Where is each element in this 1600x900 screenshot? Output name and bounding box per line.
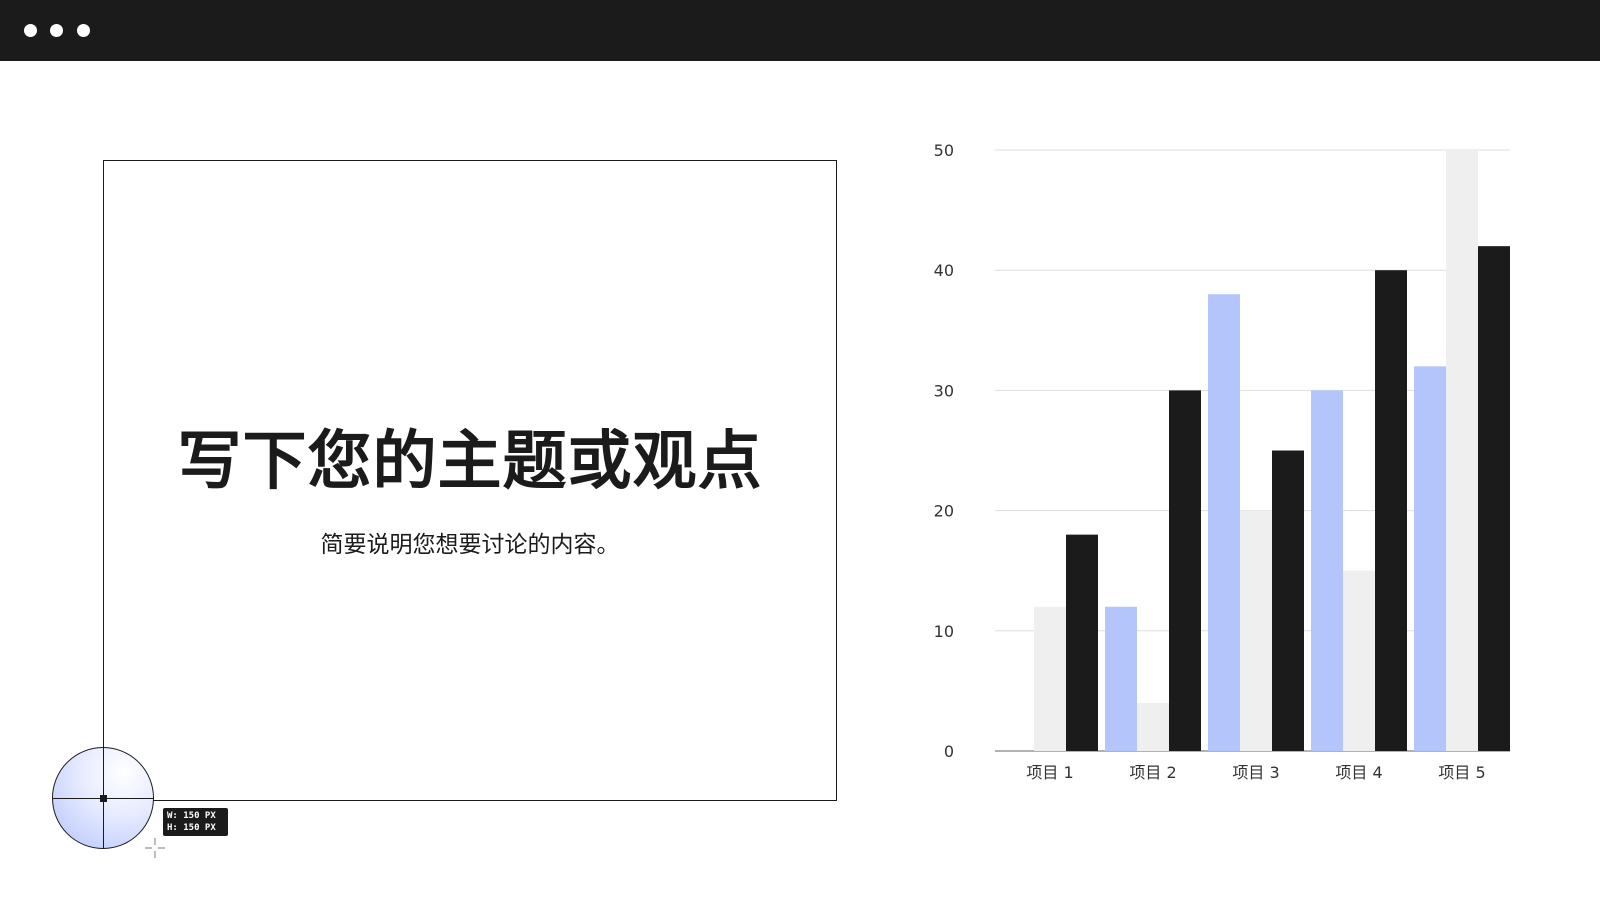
bar <box>1343 570 1375 751</box>
subline: 简要说明您想要讨论的内容。 <box>320 532 620 558</box>
y-axis-ticks: 0 10 20 30 40 50 <box>934 141 954 761</box>
bar-chart: 0 10 20 30 40 50 项目 1 项目 2 项目 3 项目 4 项目 5 <box>934 141 1510 782</box>
y-tick-label: 50 <box>934 141 954 160</box>
bar <box>1478 246 1510 751</box>
x-tick-label: 项目 3 <box>1232 763 1279 782</box>
size-tooltip: W: 150 PX H: 150 PX <box>163 808 228 836</box>
window-dot-icon[interactable] <box>24 24 37 37</box>
crosshair-center <box>100 795 107 802</box>
y-tick-label: 10 <box>934 622 954 641</box>
move-cursor-icon <box>145 838 165 858</box>
window-dot-icon[interactable] <box>77 24 90 37</box>
x-tick-label: 项目 5 <box>1438 763 1485 782</box>
bar <box>1034 606 1066 751</box>
crosshair-icon <box>52 747 154 849</box>
bar <box>1105 606 1137 751</box>
size-height-label: H: 150 PX <box>167 823 216 833</box>
x-tick-label: 项目 2 <box>1129 763 1176 782</box>
bar <box>1240 510 1272 751</box>
y-tick-label: 20 <box>934 502 954 521</box>
headline: 写下您的主题或观点 <box>177 425 763 499</box>
bar <box>1208 294 1240 751</box>
y-tick-label: 0 <box>944 742 954 761</box>
bar <box>1137 702 1169 751</box>
window-title-bar <box>0 0 1600 61</box>
x-tick-label: 项目 4 <box>1335 763 1382 782</box>
window-dot-icon[interactable] <box>50 24 63 37</box>
size-width-label: W: 150 PX <box>167 811 216 821</box>
bar <box>1414 366 1446 751</box>
x-tick-label: 项目 1 <box>1026 763 1073 782</box>
bar <box>1066 534 1098 751</box>
y-tick-label: 40 <box>934 261 954 280</box>
bar <box>1375 270 1407 751</box>
bar <box>1446 150 1478 751</box>
x-axis-ticks: 项目 1 项目 2 项目 3 项目 4 项目 5 <box>1026 763 1485 782</box>
bar <box>1272 450 1304 751</box>
bar <box>1169 390 1201 751</box>
chart-bars <box>1034 150 1510 751</box>
bar <box>1311 390 1343 751</box>
y-tick-label: 30 <box>934 381 954 400</box>
